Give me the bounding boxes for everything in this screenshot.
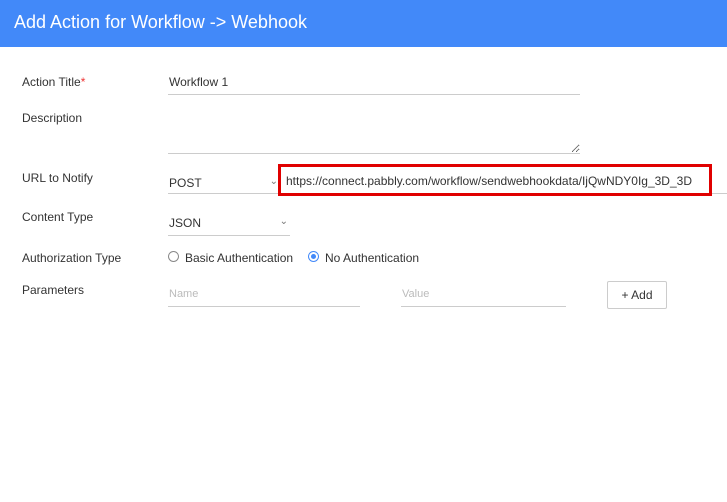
parameters-label: Parameters	[22, 283, 85, 297]
basic-auth-label[interactable]: Basic Authentication	[185, 251, 293, 265]
method-select[interactable]: POST ⌄	[168, 176, 280, 194]
action-title-label: Action Title*	[22, 75, 86, 89]
radio-basic-auth[interactable]	[168, 251, 179, 262]
no-auth-label[interactable]: No Authentication	[325, 251, 419, 265]
content-type-select[interactable]: JSON ⌄	[168, 216, 290, 236]
action-title-input[interactable]: Workflow 1	[168, 75, 580, 95]
radio-no-auth[interactable]	[308, 251, 319, 262]
url-label: URL to Notify	[22, 171, 93, 185]
authorization-label: Authorization Type	[22, 251, 122, 265]
url-input[interactable]: https://connect.pabbly.com/workflow/send…	[278, 164, 712, 196]
description-textarea[interactable]	[168, 108, 580, 154]
content-type-label: Content Type	[22, 210, 94, 224]
parameter-name-input[interactable]: Name	[168, 288, 360, 307]
add-parameter-button[interactable]: + Add	[607, 281, 667, 309]
parameter-value-input[interactable]: Value	[401, 288, 566, 307]
description-label: Description	[22, 111, 83, 125]
dialog-header: Add Action for Workflow -> Webhook	[0, 0, 727, 47]
dialog-title: Add Action for Workflow -> Webhook	[14, 12, 307, 32]
chevron-down-icon: ⌄	[269, 176, 278, 187]
chevron-down-icon: ⌄	[279, 216, 288, 227]
